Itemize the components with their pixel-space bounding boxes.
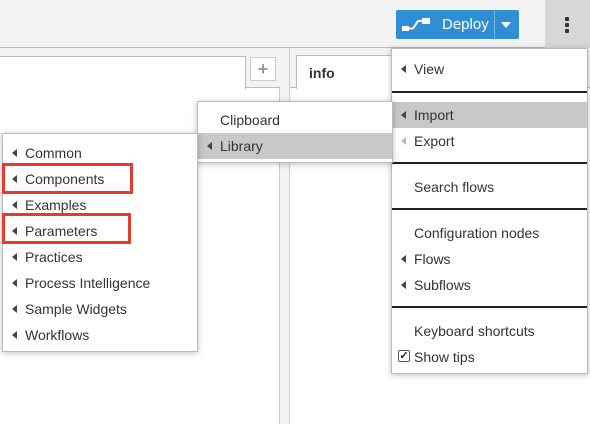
menu-item-library[interactable]: Library <box>198 133 392 159</box>
workspace-tab-bar: + <box>0 48 280 89</box>
kebab-menu-icon <box>565 17 570 35</box>
menu-item-configuration-nodes[interactable]: Configuration nodes <box>392 220 587 246</box>
caret-left-icon <box>12 253 17 261</box>
caret-left-icon <box>401 281 406 289</box>
highlight-parameters <box>2 213 131 244</box>
menu-divider <box>392 208 587 210</box>
caret-left-icon <box>401 137 406 145</box>
caret-left-icon <box>401 255 406 263</box>
library-item-sample-widgets[interactable]: Sample Widgets <box>3 296 197 322</box>
checkbox-checked-icon[interactable]: ✓ <box>398 350 410 362</box>
menu-divider <box>392 162 587 164</box>
caret-left-icon <box>207 142 212 150</box>
menu-item-clipboard[interactable]: Clipboard <box>198 107 392 133</box>
menu-item-keyboard-shortcuts[interactable]: Keyboard shortcuts <box>392 318 587 344</box>
tab-info-label: info <box>309 65 335 81</box>
deploy-dropdown-icon[interactable] <box>501 22 511 28</box>
caret-left-icon <box>12 201 17 209</box>
caret-left-icon <box>12 305 17 313</box>
menu-item-export[interactable]: Export <box>392 128 587 154</box>
main-menu-button[interactable] <box>545 0 590 48</box>
header-bar: Deploy <box>0 0 590 48</box>
tab-info[interactable]: info <box>296 55 392 89</box>
main-menu: View Import Export Search flows Configur… <box>391 48 588 374</box>
library-item-process-intelligence[interactable]: Process Intelligence <box>3 270 197 296</box>
deploy-flow-icon <box>402 18 430 31</box>
highlight-components <box>2 163 133 194</box>
workspace-tab[interactable] <box>0 56 246 89</box>
library-item-workflows[interactable]: Workflows <box>3 322 197 348</box>
caret-left-icon <box>401 65 406 73</box>
menu-item-view[interactable]: View <box>392 56 587 82</box>
deploy-separator <box>494 10 495 39</box>
menu-item-show-tips[interactable]: ✓ Show tips <box>392 344 587 370</box>
caret-left-icon <box>12 279 17 287</box>
plus-icon: + <box>257 59 269 79</box>
caret-left-icon <box>401 111 406 119</box>
menu-divider <box>392 306 587 308</box>
deploy-label: Deploy <box>442 16 489 33</box>
library-item-practices[interactable]: Practices <box>3 244 197 270</box>
menu-item-import[interactable]: Import <box>392 102 587 128</box>
import-submenu: Clipboard Library <box>197 101 393 163</box>
caret-left-icon <box>12 331 17 339</box>
menu-item-subflows[interactable]: Subflows <box>392 272 587 298</box>
deploy-button[interactable]: Deploy <box>396 10 519 39</box>
menu-item-search-flows[interactable]: Search flows <box>392 174 587 200</box>
caret-left-icon <box>12 149 17 157</box>
add-tab-button[interactable]: + <box>250 57 276 81</box>
menu-divider <box>392 91 587 93</box>
menu-item-flows[interactable]: Flows <box>392 246 587 272</box>
